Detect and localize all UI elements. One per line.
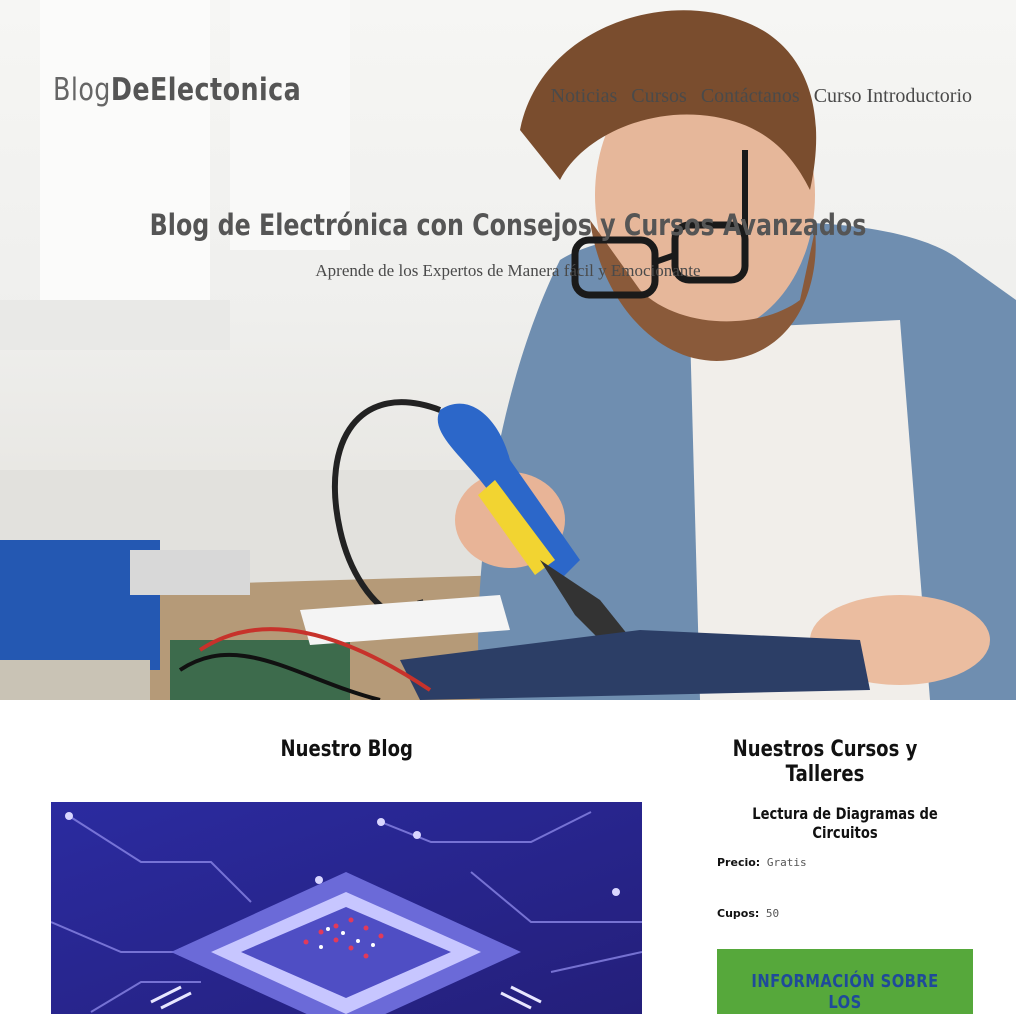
- hero-title: Blog de Electrónica con Consejos y Curso…: [0, 208, 1016, 242]
- course-title[interactable]: Lectura de Diagramas de Circuitos: [717, 804, 973, 842]
- main-nav: Noticias Cursos Contáctanos Curso Introd…: [551, 85, 972, 108]
- course-info-button-label: INFORMACIÓN SOBRE LOS: [751, 971, 939, 1013]
- nav-item-noticias[interactable]: Noticias: [551, 85, 618, 108]
- site-logo[interactable]: BlogDeElectonica: [53, 72, 301, 108]
- logo-text-bold: DeElectonica: [110, 72, 302, 108]
- circuit-chip-illustration: [51, 802, 642, 1014]
- hero-title-text: Blog de Electrónica con Consejos y Curso…: [149, 208, 867, 242]
- seats-label: Cupos:: [717, 907, 760, 920]
- nav-item-contactanos[interactable]: Contáctanos: [701, 85, 800, 108]
- nav-item-cursos[interactable]: Cursos: [631, 85, 687, 108]
- course-seats: Cupos: 50: [717, 907, 779, 920]
- nav-item-curso-introductorio[interactable]: Curso Introductorio: [814, 85, 972, 108]
- logo-text-light: Blog: [53, 72, 111, 108]
- courses-heading-text: Nuestros Cursos y Talleres: [732, 737, 918, 787]
- price-label: Precio:: [717, 856, 761, 869]
- hero-subtitle: Aprende de los Expertos de Manera fácil …: [315, 261, 701, 280]
- course-price: Precio: Gratis: [717, 856, 807, 869]
- seats-value: 50: [765, 907, 780, 920]
- course-info-button[interactable]: INFORMACIÓN SOBRE LOS: [717, 949, 973, 1014]
- hero-section: BlogDeElectonica Noticias Cursos Contáct…: [0, 0, 1016, 700]
- blog-heading-text: Nuestro Blog: [280, 737, 413, 762]
- price-value: Gratis: [766, 856, 807, 869]
- course-title-text: Lectura de Diagramas de Circuitos: [752, 804, 938, 842]
- blog-heading: Nuestro Blog: [51, 737, 642, 762]
- courses-heading: Nuestros Cursos y Talleres: [680, 737, 970, 787]
- blog-post-image[interactable]: [51, 802, 642, 1014]
